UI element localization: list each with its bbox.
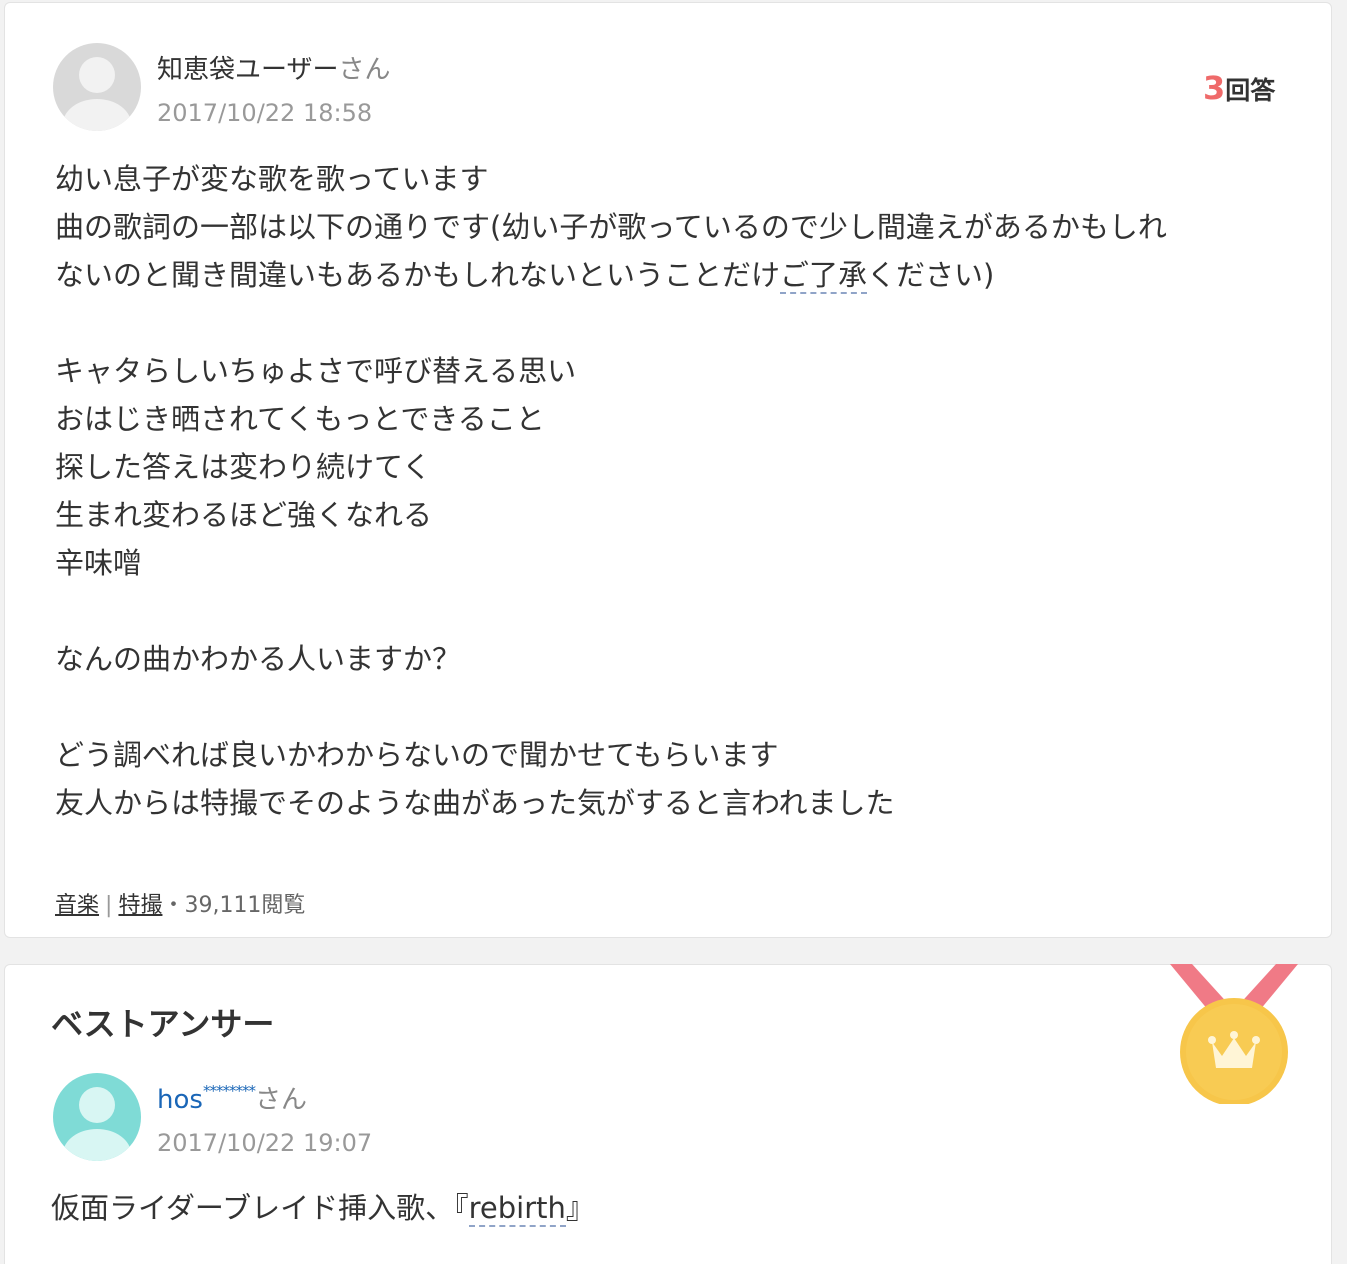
question-line: 幼い息子が変な歌を歌っています [55, 162, 489, 196]
question-line: 友人からは特撮でそのような曲があった気がすると言われました [55, 786, 895, 820]
question-line-text: ください) [867, 258, 995, 292]
category-link-tokusatsu[interactable]: 特撮 [118, 893, 162, 918]
lyric-line: キャタらしいちゅよさで呼び替える思い [55, 354, 577, 388]
dictionary-link[interactable]: ご了承 [780, 258, 868, 294]
answer-count-label: 回答 [1225, 76, 1276, 105]
question-body: 幼い息子が変な歌を歌っています 曲の歌詞の一部は以下の通りです(幼い子が歌ってい… [55, 155, 1305, 827]
answer-username-masked: ******** [202, 1082, 256, 1100]
answer-count-number: 3 [1203, 69, 1226, 107]
answer-text: 仮面ライダーブレイド挿入歌、『 [51, 1191, 469, 1225]
question-line-text: ないのと聞き間違いもあるかもしれないということだけ [55, 258, 781, 292]
question-line: 曲の歌詞の一部は以下の通りです(幼い子が歌っているので少し間違えがあるかもしれ [55, 210, 1167, 244]
best-answer-title: ベストアンサー [51, 1005, 275, 1043]
lyric-line: おはじき晒されてくもっとできること [55, 402, 545, 436]
view-count: ・39,111閲覧 [162, 893, 306, 918]
answer-text: 』 [565, 1191, 595, 1225]
answer-count[interactable]: 3回答 [1203, 69, 1275, 107]
answer-username-name: hos [157, 1085, 203, 1115]
question-username-suffix: さん [338, 55, 391, 85]
question-card: 知恵袋ユーザーさん 2017/10/22 18:58 3回答 幼い息子が変な歌を… [4, 2, 1332, 938]
question-line: どう調べれば良いかわからないので聞かせてもらいます [55, 738, 779, 772]
lyric-line: 生まれ変わるほど強くなれる [55, 498, 433, 532]
question-line: なんの曲かわかる人いますか？ [55, 642, 462, 676]
question-line: ないのと聞き間違いもあるかもしれないということだけご了承ください) [55, 251, 1305, 299]
category-separator: | [105, 893, 113, 918]
question-user-avatar-icon[interactable] [53, 43, 141, 131]
best-answer-card: ベストアンサー hos********さん 2017/10/22 19:07 仮… [4, 964, 1332, 1264]
question-meta: 音楽 | 特撮・39,111閲覧 [55, 887, 305, 919]
lyric-line: 探した答えは変わり続けてく [55, 450, 432, 484]
answer-body: 仮面ライダーブレイド挿入歌、『rebirth』 [51, 1185, 595, 1227]
question-username-name: 知恵袋ユーザー [157, 55, 339, 85]
answer-user-avatar-icon[interactable] [53, 1073, 141, 1161]
answer-username[interactable]: hos********さん [157, 1079, 307, 1116]
best-answer-medal-icon [1166, 964, 1302, 1106]
answer-username-suffix: さん [254, 1085, 307, 1115]
question-username[interactable]: 知恵袋ユーザーさん [157, 49, 391, 86]
question-date: 2017/10/22 18:58 [157, 99, 373, 127]
dictionary-link[interactable]: rebirth [468, 1191, 566, 1227]
category-link-music[interactable]: 音楽 [55, 893, 99, 918]
answer-date: 2017/10/22 19:07 [157, 1129, 373, 1157]
lyric-line: 辛味噌 [55, 546, 143, 580]
